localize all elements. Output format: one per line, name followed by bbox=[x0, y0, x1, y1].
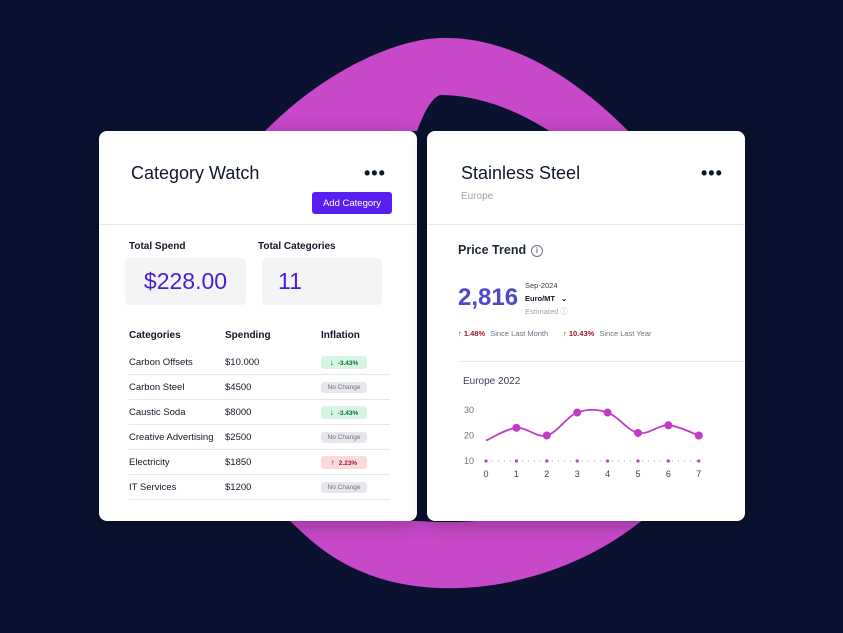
main-series-point bbox=[542, 431, 551, 440]
total-spend-value: $228.00 bbox=[125, 258, 246, 305]
column-header-inflation: Inflation bbox=[321, 330, 360, 341]
category-spending: $1200 bbox=[225, 474, 321, 500]
total-categories-label: Total Categories bbox=[258, 241, 336, 252]
table-row[interactable]: Carbon Offsets $10.000 ↓ -3.43% bbox=[129, 350, 390, 375]
inflation-badge: No Change bbox=[321, 382, 367, 393]
table-row[interactable]: Caustic Soda $8000 ↓ -3.43% bbox=[129, 399, 390, 425]
category-name: Carbon Steel bbox=[129, 374, 225, 400]
x-tick-label: 2 bbox=[544, 469, 549, 479]
baseline-point bbox=[606, 459, 610, 463]
x-tick-label: 6 bbox=[666, 469, 671, 479]
category-name: Caustic Soda bbox=[129, 399, 225, 425]
table-row[interactable]: Creative Advertising $2500 No Change bbox=[129, 424, 390, 450]
table-row[interactable]: IT Services $1200 No Change bbox=[129, 474, 390, 500]
stainless-steel-card: Stainless Steel ••• Europe Price Trend i… bbox=[427, 131, 745, 521]
inflation-badge: No Change bbox=[321, 482, 367, 493]
category-name: Electricity bbox=[129, 449, 225, 475]
baseline-point bbox=[697, 459, 701, 463]
x-tick-label: 3 bbox=[575, 469, 580, 479]
category-name: Carbon Offsets bbox=[129, 350, 225, 375]
baseline-point bbox=[545, 459, 549, 463]
arrow-down-icon: ↓ bbox=[329, 357, 334, 367]
inflation-badge: ↓ -3.43% bbox=[321, 405, 367, 419]
table-row[interactable]: Electricity $1850 ↑ 2.23% bbox=[129, 449, 390, 475]
y-tick-label: 20 bbox=[464, 431, 474, 441]
main-series-point bbox=[512, 423, 521, 432]
y-tick-label: 10 bbox=[464, 456, 474, 466]
category-spending: $8000 bbox=[225, 399, 321, 425]
table-row[interactable]: Carbon Steel $4500 No Change bbox=[129, 374, 390, 400]
total-spend-label: Total Spend bbox=[129, 241, 186, 252]
main-series-point bbox=[694, 431, 703, 440]
column-header-spending: Spending bbox=[225, 330, 271, 341]
y-tick-label: 30 bbox=[464, 405, 474, 415]
arrow-up-icon: ↑ bbox=[330, 457, 335, 467]
x-tick-label: 5 bbox=[635, 469, 640, 479]
arrow-down-icon: ↓ bbox=[329, 407, 334, 417]
baseline-point bbox=[484, 459, 488, 463]
category-spending: $10.000 bbox=[225, 350, 321, 375]
inflation-badge: ↓ -3.43% bbox=[321, 355, 367, 369]
main-series-point bbox=[603, 408, 612, 417]
price-chart: 10 20 30 0 1 2 3 4 5 6 7 bbox=[464, 405, 703, 479]
x-tick-label: 1 bbox=[514, 469, 519, 479]
main-series-point bbox=[573, 408, 582, 417]
x-tick-label: 7 bbox=[696, 469, 701, 479]
category-spending: $2500 bbox=[225, 424, 321, 450]
category-name: IT Services bbox=[129, 474, 225, 500]
category-watch-title: Category Watch bbox=[131, 163, 260, 183]
category-name: Creative Advertising bbox=[129, 424, 225, 450]
baseline-point bbox=[636, 459, 640, 463]
main-series-point bbox=[664, 421, 673, 430]
baseline-point bbox=[575, 459, 579, 463]
x-tick-label: 0 bbox=[483, 469, 488, 479]
divider bbox=[99, 224, 417, 225]
baseline-point bbox=[666, 459, 670, 463]
inflation-badge: ↑ 2.23% bbox=[321, 455, 367, 469]
x-tick-label: 4 bbox=[605, 469, 610, 479]
inflation-badge: No Change bbox=[321, 432, 367, 443]
categories-table: Categories Spending Inflation Carbon Off… bbox=[129, 330, 390, 500]
add-category-button[interactable]: Add Category bbox=[312, 192, 392, 214]
category-spending: $4500 bbox=[225, 374, 321, 400]
category-watch-card: Category Watch ••• Add Category Total Sp… bbox=[99, 131, 417, 521]
total-categories-value: 11 bbox=[262, 258, 382, 305]
category-spending: $1850 bbox=[225, 449, 321, 475]
more-options-icon[interactable]: ••• bbox=[364, 164, 386, 182]
column-header-categories: Categories bbox=[129, 330, 181, 341]
main-series-point bbox=[634, 428, 642, 437]
baseline-point bbox=[514, 459, 518, 463]
